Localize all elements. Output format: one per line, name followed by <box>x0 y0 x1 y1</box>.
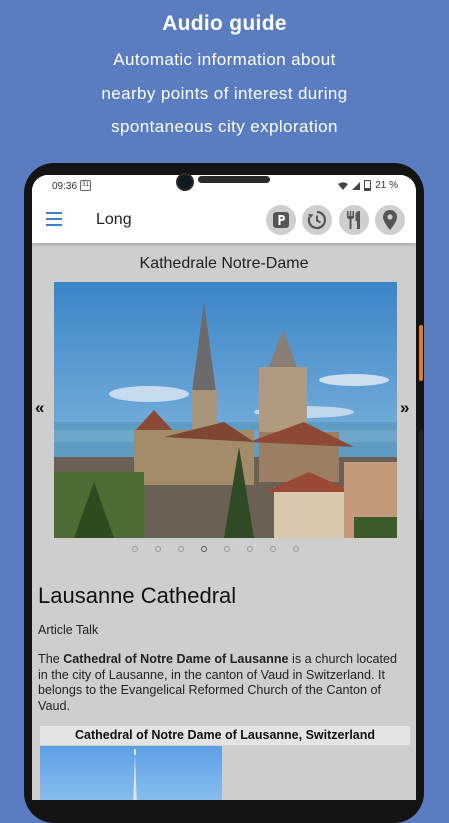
carousel-dot[interactable] <box>270 546 276 552</box>
menu-icon[interactable] <box>46 212 62 226</box>
app-bar: Long <box>32 197 416 243</box>
phone-side-button <box>419 325 423 381</box>
carousel-dot-active[interactable] <box>201 546 207 552</box>
location-pin-icon <box>383 210 397 230</box>
carousel-dot[interactable] <box>224 546 230 552</box>
app-title: Long <box>96 211 132 228</box>
battery-percent: 21 % <box>375 180 398 191</box>
phone-speaker <box>198 176 270 183</box>
carousel-dot[interactable] <box>293 546 299 552</box>
front-camera <box>176 173 194 191</box>
promo-line-2: nearby points of interest during <box>101 84 348 103</box>
place-name: Kathedrale Notre-Dame <box>139 255 309 272</box>
battery-icon <box>364 180 372 191</box>
article-title: Lausanne Cathedral <box>38 583 237 608</box>
image-caption: Cathedral of Notre Dame of Lausanne, Swi… <box>40 726 410 745</box>
promo-line-1: Automatic information about <box>113 50 336 69</box>
history-icon <box>307 210 326 230</box>
phone-screen: 09:36 31 21 % Long Kathedrale Notre-Dame… <box>32 175 416 800</box>
notification-icon: 31 <box>80 180 91 191</box>
carousel-indicator[interactable] <box>132 546 299 552</box>
parking-icon <box>273 212 289 228</box>
history-button[interactable] <box>302 205 332 235</box>
article-body: The Cathedral of Notre Dame of Lausanne … <box>38 652 410 714</box>
article-body-bold: Cathedral of Notre Dame of Lausanne <box>63 652 289 666</box>
carousel-next-button[interactable]: » <box>400 398 409 418</box>
parking-button[interactable] <box>266 205 296 235</box>
restaurant-button[interactable] <box>339 205 369 235</box>
carousel-prev-button[interactable]: « <box>35 398 44 418</box>
cathedral-photo[interactable] <box>54 282 397 538</box>
carousel-dot[interactable] <box>132 546 138 552</box>
phone-volume-button <box>419 430 423 520</box>
carousel-dot[interactable] <box>155 546 161 552</box>
location-button[interactable] <box>375 205 405 235</box>
restaurant-icon <box>347 211 360 229</box>
carousel-dot[interactable] <box>178 546 184 552</box>
article-tabs[interactable]: Article Talk <box>38 623 98 637</box>
signal-icon <box>352 181 361 190</box>
article-image[interactable] <box>40 746 222 800</box>
status-time: 09:36 <box>52 181 78 192</box>
main-content: Kathedrale Notre-Dame « » Lausanne Cathe… <box>32 243 416 800</box>
promo-title: Audio guide <box>162 12 287 35</box>
promo-line-3: spontaneous city exploration <box>111 117 338 136</box>
wifi-icon <box>338 181 349 190</box>
status-indicators: 21 % <box>338 180 398 191</box>
carousel-dot[interactable] <box>247 546 253 552</box>
article-body-intro: The <box>38 652 64 666</box>
